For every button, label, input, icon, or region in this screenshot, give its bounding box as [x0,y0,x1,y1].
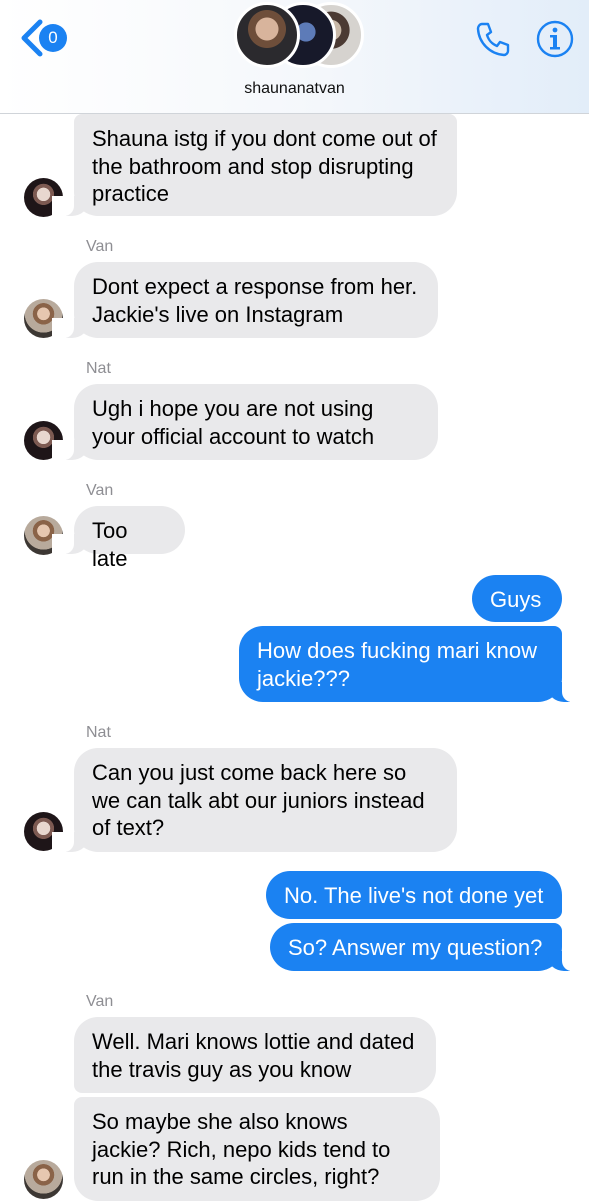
group-name[interactable]: shaunanatvan [0,80,589,98]
message-text: So maybe she also knows jackie? Rich, ne… [92,1109,391,1189]
message-text: Can you just come back here so we can ta… [92,760,425,840]
message-bubble-incoming[interactable]: Ugh i hope you are not using your offici… [52,384,438,460]
unread-count-badge: 0 [39,24,67,52]
message-bubble-incoming[interactable]: Can you just come back here so we can ta… [52,748,457,852]
message-bubble-outgoing[interactable]: Guys [472,575,562,622]
group-avatars[interactable] [234,2,364,68]
message-text: Guys [490,587,542,612]
message-bubble-outgoing[interactable]: So? Answer my question? [270,923,584,971]
message-text: Well. Mari knows lottie and dated the tr… [92,1029,415,1082]
phone-icon [476,22,510,57]
back-button[interactable]: 0 [20,19,74,57]
sender-name: Nat [86,360,111,377]
sender-name: Nat [86,724,111,741]
message-bubble-incoming[interactable]: So maybe she also knows jackie? Rich, ne… [74,1097,440,1201]
message-text: How does fucking mari know jackie??? [257,638,538,691]
avatar[interactable] [24,1160,63,1199]
message-bubble-outgoing[interactable]: No. The live's not done yet [266,871,562,919]
conversation-header: 0 shaunanatvan [0,0,589,114]
message-text: So? Answer my question? [288,935,543,960]
sender-name: Van [86,993,114,1010]
message-bubble-outgoing[interactable]: How does fucking mari know jackie??? [239,626,584,702]
message-bubble-incoming[interactable]: Well. Mari knows lottie and dated the tr… [74,1017,436,1093]
info-icon [536,20,574,58]
call-button[interactable] [474,20,512,58]
sender-name: Van [86,238,114,255]
message-text: No. The live's not done yet [284,883,544,908]
message-text: Ugh i hope you are not using your offici… [92,396,375,449]
message-bubble-incoming[interactable]: Shauna istg if you dont come out of the … [52,114,457,216]
message-text: Shauna istg if you dont come out of the … [92,126,437,206]
message-text: Dont expect a response from her. Jackie'… [92,274,418,327]
sender-name: Van [86,482,114,499]
message-bubble-incoming[interactable]: Dont expect a response from her. Jackie'… [52,262,438,338]
info-button[interactable] [535,19,575,59]
message-text: Too late [92,518,128,571]
message-bubble-incoming[interactable]: Too late [52,506,185,571]
avatar [234,2,300,68]
